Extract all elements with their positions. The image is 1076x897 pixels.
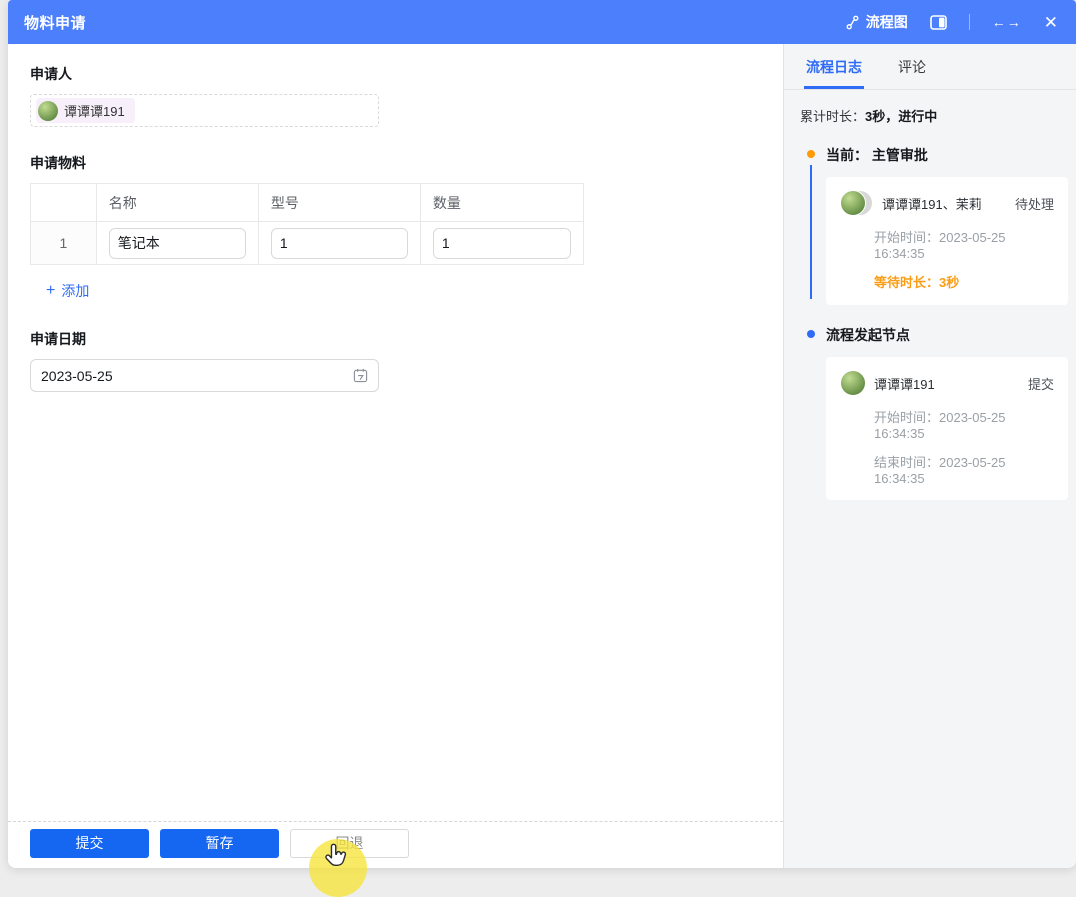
- current-node-title: 当前： 主管审批: [826, 145, 1068, 165]
- column-header-index: [31, 184, 97, 222]
- expand-horizontal-icon[interactable]: ←→: [992, 14, 1022, 30]
- status-badge: 提交: [1028, 374, 1054, 393]
- start-node-title: 流程发起节点: [826, 325, 1068, 345]
- calendar-icon: [353, 368, 368, 383]
- table-row: 1: [31, 222, 583, 265]
- materials-table-header: 名称 型号 数量: [31, 184, 583, 222]
- form-area: 申请人 谭谭谭191 申请物料 名称 型号 数量 1: [8, 44, 783, 868]
- column-header-model: 型号: [259, 184, 421, 222]
- date-value: 2023-05-25: [41, 368, 113, 384]
- form-footer: 提交 暂存 回退: [8, 821, 783, 868]
- start-time-row: 开始时间：2023-05-25 16:34:35: [840, 227, 1054, 261]
- row-index: 1: [31, 222, 97, 265]
- status-badge: 待处理: [1015, 194, 1054, 213]
- flowchart-button[interactable]: 流程图: [845, 12, 908, 32]
- date-field[interactable]: 2023-05-25: [30, 359, 379, 392]
- plus-icon: +: [46, 283, 55, 299]
- column-header-qty: 数量: [421, 184, 583, 222]
- process-log-body: 累计时长：3秒，进行中 当前： 主管审批 谭谭谭191、茉莉: [784, 90, 1076, 868]
- applicant-field[interactable]: 谭谭谭191: [30, 94, 379, 127]
- duration-suffix: ，进行中: [885, 109, 937, 124]
- rollback-button[interactable]: 回退: [290, 829, 409, 858]
- material-application-dialog: 物料申请 流程图 ←→ ✕: [8, 0, 1076, 868]
- toggle-panel-icon[interactable]: [930, 15, 947, 30]
- applicant-label: 申请人: [30, 64, 761, 84]
- flowchart-label: 流程图: [866, 12, 908, 32]
- flowchart-icon: [845, 15, 860, 30]
- material-model-input[interactable]: [271, 228, 408, 259]
- materials-table: 名称 型号 数量 1: [30, 183, 584, 265]
- timeline-node-current: 当前： 主管审批 谭谭谭191、茉莉 待处理 开始时间：2023-05-25 1…: [798, 145, 1068, 305]
- initiator-name: 谭谭谭191: [874, 374, 1020, 393]
- approver-names: 谭谭谭191、茉莉: [882, 194, 1007, 213]
- timeline-node-start: 流程发起节点 谭谭谭191 提交 开始时间：2023-05-25 16:34:3…: [798, 325, 1068, 500]
- submit-button[interactable]: 提交: [30, 829, 149, 858]
- process-panel: 流程日志 评论 累计时长：3秒，进行中 当前： 主管审批: [783, 44, 1076, 868]
- save-draft-button[interactable]: 暂存: [160, 829, 279, 858]
- page-title: 物料申请: [24, 12, 86, 33]
- header-divider: [969, 14, 970, 30]
- add-row-button[interactable]: + 添加: [46, 281, 89, 301]
- tab-comments[interactable]: 评论: [898, 44, 926, 89]
- panel-tabs: 流程日志 评论: [784, 44, 1076, 90]
- applicant-avatar: [38, 101, 58, 121]
- initiator-avatar-wrap: [840, 370, 866, 396]
- close-icon[interactable]: ✕: [1044, 14, 1058, 31]
- end-time-row: 结束时间：2023-05-25 16:34:35: [840, 452, 1054, 486]
- start-node-dot: [807, 330, 815, 338]
- column-header-name: 名称: [97, 184, 259, 222]
- duration-summary: 累计时长：3秒，进行中: [800, 106, 1068, 125]
- add-row-label: 添加: [61, 281, 89, 301]
- applicant-tag[interactable]: 谭谭谭191: [36, 98, 135, 123]
- initiator-card: 谭谭谭191 提交 开始时间：2023-05-25 16:34:35 结束时间：…: [826, 357, 1068, 500]
- avatar: [840, 370, 866, 396]
- date-label: 申请日期: [30, 329, 761, 349]
- material-name-input[interactable]: [109, 228, 246, 259]
- duration-prefix: 累计时长：: [800, 109, 865, 124]
- duration-value: 3秒: [865, 109, 885, 124]
- dialog-header: 物料申请 流程图 ←→ ✕: [8, 0, 1076, 44]
- material-qty-input[interactable]: [433, 228, 571, 259]
- tab-process-log[interactable]: 流程日志: [806, 44, 862, 89]
- avatar: [840, 190, 866, 216]
- wait-duration-row: 等待时长：3秒: [840, 272, 1054, 291]
- timeline-connector: [810, 165, 812, 299]
- current-node-dot: [807, 150, 815, 158]
- approver-avatars: [840, 190, 874, 216]
- applicant-name: 谭谭谭191: [64, 101, 125, 120]
- approval-card: 谭谭谭191、茉莉 待处理 开始时间：2023-05-25 16:34:35 等…: [826, 177, 1068, 305]
- start-time-row: 开始时间：2023-05-25 16:34:35: [840, 407, 1054, 441]
- materials-label: 申请物料: [30, 153, 761, 173]
